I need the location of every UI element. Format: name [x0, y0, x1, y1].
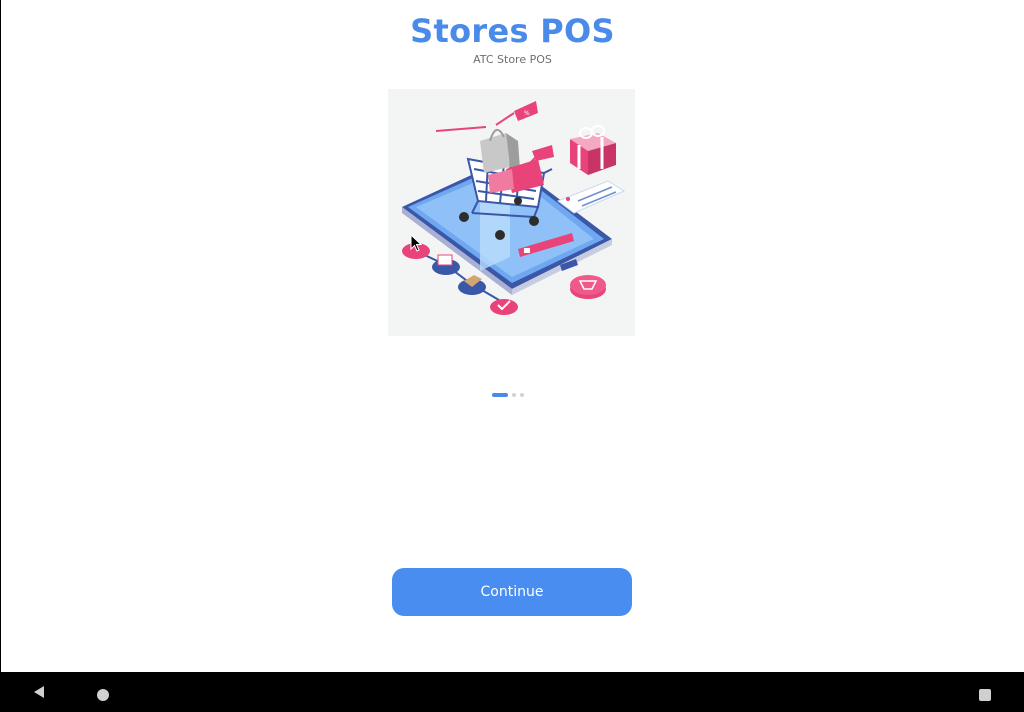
page-indicator-dot-3[interactable]	[520, 393, 524, 397]
tag-text: %	[524, 110, 530, 117]
android-navigation-bar	[0, 672, 1024, 712]
back-icon[interactable]	[32, 685, 46, 699]
app-title: Stores POS	[410, 12, 615, 50]
app-subtitle: ATC Store POS	[473, 53, 552, 66]
credit-card-icon	[556, 180, 626, 214]
page-indicator-dot-2[interactable]	[512, 393, 516, 397]
page-indicator	[492, 393, 524, 397]
continue-button[interactable]: Continue	[392, 568, 632, 616]
mouse-cursor-icon	[410, 234, 422, 252]
recents-icon[interactable]	[979, 689, 991, 701]
page-indicator-dot-1[interactable]	[492, 393, 508, 397]
onboarding-illustration: %	[388, 89, 635, 336]
shop-badge-icon	[570, 275, 606, 299]
home-icon[interactable]	[97, 689, 109, 701]
shopping-cart-on-phone-illustration: %	[402, 101, 626, 315]
gift-box-icon	[570, 125, 616, 175]
